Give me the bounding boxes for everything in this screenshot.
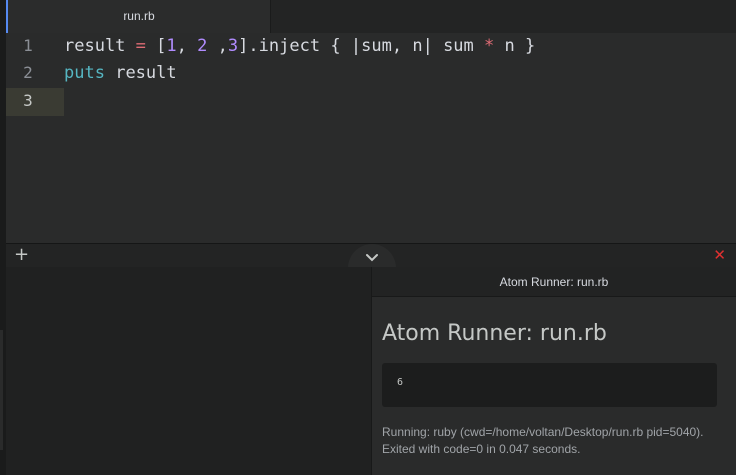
tab-divider: [270, 0, 271, 33]
code-punctuation: |: [422, 36, 433, 56]
line-gutter: 3: [6, 88, 64, 116]
code-editor[interactable]: 1 result = [1, 2 ,3].inject { |sum, n| s…: [6, 33, 736, 243]
editor-line[interactable]: 2 puts result: [6, 60, 736, 88]
code-identifier: result: [115, 63, 177, 83]
code-punctuation: ,: [217, 36, 228, 56]
code-punctuation: }: [525, 36, 536, 56]
line-gutter: 1: [6, 33, 64, 61]
chevron-down-icon: [366, 254, 378, 262]
code-punctuation: ]: [238, 36, 249, 56]
editor-line[interactable]: 1 result = [1, 2 ,3].inject { |sum, n| s…: [6, 33, 736, 61]
code-identifier: result: [64, 36, 126, 56]
close-panel-button[interactable]: ✕: [713, 247, 726, 263]
add-panel-button[interactable]: +: [14, 245, 29, 265]
line-number: 2: [23, 63, 33, 82]
atom-runner-panel: Atom Runner: run.rb Atom Runner: run.rb …: [371, 267, 736, 475]
code-operator: =: [135, 36, 146, 56]
code-punctuation: {: [330, 36, 341, 56]
code-punctuation: ,: [391, 36, 403, 56]
bottom-panel-toolbar: + ✕: [6, 243, 736, 270]
terminal-area[interactable]: [6, 267, 371, 475]
left-strip-scroll-handle[interactable]: [0, 330, 3, 450]
code-number: 2: [197, 36, 208, 56]
code-punctuation: ,: [176, 36, 187, 56]
code-identifier: sum: [361, 36, 392, 56]
code-identifier: sum: [443, 36, 474, 56]
code-builtin: puts: [64, 63, 105, 83]
runner-heading: Atom Runner: run.rb: [382, 321, 607, 346]
code-line[interactable]: puts result: [64, 60, 177, 86]
tab-title: run.rb: [123, 9, 155, 23]
code-identifier: inject: [258, 36, 321, 56]
line-number: 1: [23, 36, 33, 55]
line-gutter: 2: [6, 60, 64, 88]
line-number: 3: [23, 91, 33, 110]
code-punctuation: |: [350, 36, 362, 56]
runner-panel-header: Atom Runner: run.rb: [372, 267, 736, 297]
code-line[interactable]: result = [1, 2 ,3].inject { |sum, n| sum…: [64, 33, 535, 59]
runner-status-running: Running: ruby (cwd=/home/voltan/Desktop/…: [382, 425, 704, 439]
runner-status-exit: Exited with code=0 in 0.047 seconds.: [382, 442, 581, 456]
runner-output-box: 6: [382, 363, 717, 407]
runner-output-text: 6: [397, 377, 404, 388]
code-identifier: n: [504, 36, 515, 56]
code-operator: *: [484, 36, 495, 56]
code-number: 1: [166, 36, 177, 56]
tab-bar: run.rb: [6, 0, 736, 33]
code-number: 3: [227, 36, 239, 56]
code-identifier: n: [412, 36, 423, 56]
code-punctuation: .: [248, 36, 259, 56]
editor-line-current[interactable]: 3: [6, 88, 736, 116]
runner-status: Running: ruby (cwd=/home/voltan/Desktop/…: [382, 424, 732, 458]
tab-run-rb[interactable]: run.rb: [6, 0, 270, 33]
code-punctuation: [: [156, 36, 167, 56]
runner-panel-title: Atom Runner: run.rb: [499, 275, 609, 289]
